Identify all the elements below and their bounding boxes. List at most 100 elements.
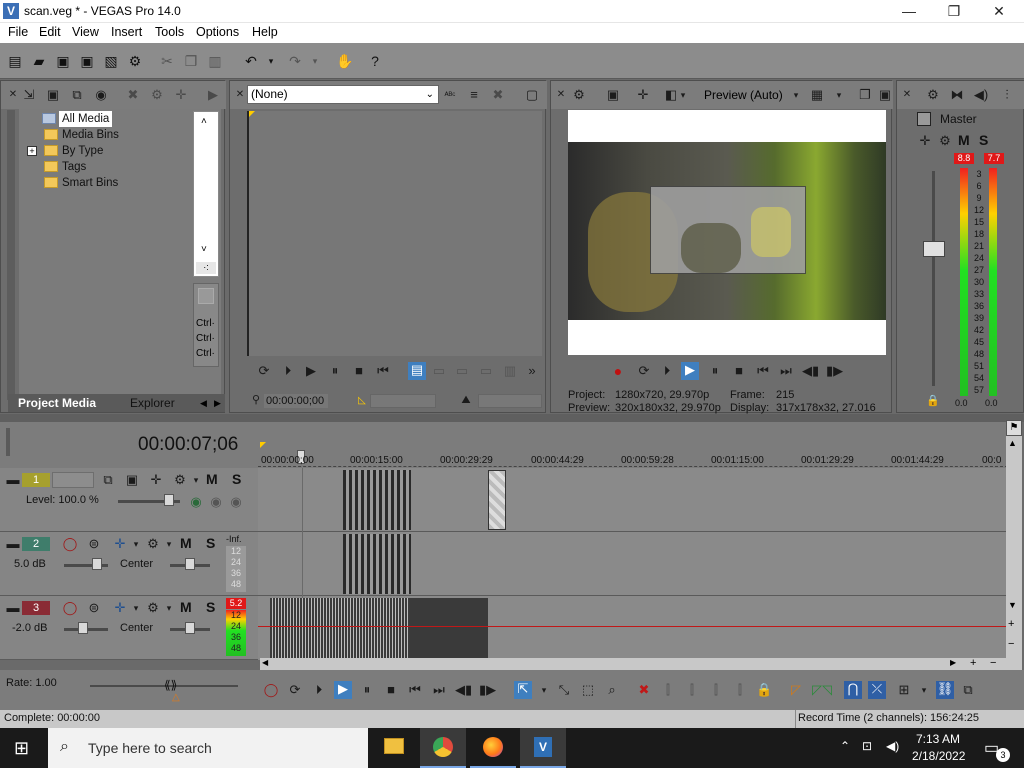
- add-after-icon[interactable]: ▭: [478, 363, 494, 379]
- child-icon[interactable]: ◉: [228, 494, 244, 510]
- tab-scroll-right-icon[interactable]: ▶: [206, 394, 229, 412]
- play-from-start-icon[interactable]: ⏵: [659, 363, 675, 379]
- scroll-up-icon[interactable]: ˄: [201, 116, 207, 127]
- chevron-down-icon[interactable]: ▾: [128, 536, 144, 552]
- trimmer-view-icon[interactable]: ▤: [408, 362, 426, 380]
- text-tool-icon[interactable]: ≡: [466, 87, 482, 103]
- tab-project-media[interactable]: Project Media: [10, 394, 104, 412]
- chevron-down-icon[interactable]: ▾: [188, 472, 204, 488]
- track-number[interactable]: 3: [22, 601, 50, 615]
- auto-crossfade-icon[interactable]: ⤫: [868, 681, 886, 699]
- stop-icon[interactable]: ■: [351, 363, 367, 379]
- go-to-start-icon[interactable]: ⏮: [375, 363, 391, 379]
- play-icon[interactable]: ▶: [334, 681, 352, 699]
- next-frame-icon[interactable]: ▮▶: [479, 682, 496, 698]
- undo-dropdown-icon[interactable]: ▾: [262, 52, 280, 70]
- marker-icon[interactable]: ◺: [354, 393, 370, 409]
- envelope-tool-icon[interactable]: ⤡: [556, 682, 572, 698]
- timeline-grip[interactable]: [6, 428, 10, 456]
- zoom-in-time-icon[interactable]: +: [970, 657, 976, 669]
- zoom-out-icon[interactable]: −: [1008, 638, 1014, 650]
- taskbar-chrome[interactable]: [420, 728, 466, 768]
- dock-splitter[interactable]: [0, 414, 1024, 422]
- marker-flag-icon[interactable]: ⚑: [1006, 420, 1022, 436]
- panel-close-icon[interactable]: ✕: [553, 87, 569, 103]
- scroll-right-icon[interactable]: ▶: [950, 658, 956, 667]
- delete-icon[interactable]: ✖: [636, 682, 652, 698]
- copy-snapshot-icon[interactable]: ❐: [857, 87, 873, 103]
- volume-slider-thumb[interactable]: [78, 622, 88, 634]
- fit-icon[interactable]: ▥: [502, 363, 518, 379]
- tree-item-tags[interactable]: Tags: [44, 159, 86, 175]
- play-from-start-icon[interactable]: ⏵: [311, 682, 327, 698]
- track-fx-icon[interactable]: ▣: [124, 472, 140, 488]
- timeline-vertical-scrollbar[interactable]: ▲ ▼ + −: [1006, 436, 1022, 670]
- chevron-down-icon[interactable]: ▾: [675, 87, 691, 103]
- previous-frame-icon[interactable]: ◀▮: [455, 682, 472, 698]
- view-mode-icon[interactable]: [198, 288, 214, 304]
- previous-frame-icon[interactable]: ◀▮: [802, 363, 819, 379]
- track-settings-gear-icon[interactable]: ⚙: [172, 472, 188, 488]
- preview-quality[interactable]: Preview (Auto): [704, 88, 783, 102]
- clock-date[interactable]: 2/18/2022: [912, 749, 965, 763]
- add-before-icon[interactable]: ▭: [454, 363, 470, 379]
- pause-icon[interactable]: ⏸: [327, 363, 343, 379]
- stop-icon[interactable]: ■: [731, 363, 747, 379]
- zoom-icon[interactable]: ⛰: [458, 392, 474, 408]
- taskbar-firefox[interactable]: [470, 728, 516, 768]
- trimmer-timecode[interactable]: 00:00:00;00: [264, 394, 328, 408]
- arm-record-icon[interactable]: ◯: [62, 536, 78, 552]
- maximize-button[interactable]: ❐: [931, 0, 977, 23]
- pause-icon[interactable]: ⏸: [707, 363, 723, 379]
- master-solo-button[interactable]: S: [979, 132, 988, 148]
- undo-icon[interactable]: ↶: [242, 52, 260, 70]
- chevron-down-icon[interactable]: ▾: [536, 682, 552, 698]
- minimize-button[interactable]: —: [886, 0, 932, 23]
- save-as-icon[interactable]: ▣: [78, 52, 96, 70]
- capture-icon[interactable]: ▣: [45, 87, 61, 103]
- ignore-grouping-icon[interactable]: ⧉: [960, 682, 976, 698]
- taskbar-file-explorer[interactable]: [372, 728, 416, 768]
- parent-icon[interactable]: ◉: [208, 494, 224, 510]
- import-media-icon[interactable]: ⇲: [21, 87, 37, 103]
- track-lanes[interactable]: [258, 468, 1008, 660]
- volume-slider-thumb[interactable]: [92, 558, 102, 570]
- split-screen-icon[interactable]: ✛: [635, 87, 651, 103]
- rate-slider-thumb-icon[interactable]: ⟪⟫: [164, 678, 177, 692]
- chevron-down-icon[interactable]: ▾: [831, 87, 847, 103]
- normal-edit-tool-icon[interactable]: ⇱: [514, 681, 532, 699]
- tree-item-all-media[interactable]: All Media: [42, 111, 113, 127]
- go-to-end-icon[interactable]: ⏭: [778, 363, 794, 379]
- scroll-up-icon[interactable]: ▲: [1008, 438, 1017, 448]
- get-media-icon[interactable]: ⧉: [69, 87, 85, 103]
- go-to-start-icon[interactable]: ⏮: [755, 363, 771, 379]
- spellcheck-icon[interactable]: ᴬᴮᶜ: [442, 87, 458, 103]
- track-fx-gear-icon[interactable]: ⚙: [145, 536, 161, 552]
- close-button[interactable]: ✕: [976, 0, 1022, 23]
- panel-close-icon[interactable]: ✕: [5, 87, 21, 103]
- automation-icon[interactable]: ✛: [112, 600, 128, 616]
- mute-button[interactable]: M: [180, 535, 192, 551]
- downmix-icon[interactable]: ⧓: [949, 87, 965, 103]
- panel-grip[interactable]: [7, 110, 15, 400]
- properties-gear-icon[interactable]: ⚙: [126, 52, 144, 70]
- chevron-down-icon[interactable]: ▾: [916, 682, 932, 698]
- overlays-grid-icon[interactable]: ▦: [809, 87, 825, 103]
- mute-button[interactable]: M: [206, 471, 218, 487]
- redo-icon[interactable]: ↷: [286, 52, 304, 70]
- tree-item-smart-bins[interactable]: Smart Bins: [44, 175, 118, 191]
- master-insert-icon[interactable]: ✛: [917, 133, 933, 149]
- render-icon[interactable]: ▧: [102, 52, 120, 70]
- menu-insert[interactable]: Insert: [111, 25, 142, 39]
- clear-icon[interactable]: ✖: [490, 87, 506, 103]
- remove-media-icon[interactable]: ✖: [125, 87, 141, 103]
- tree-item-media-bins[interactable]: Media Bins: [44, 127, 119, 143]
- scroll-down-icon[interactable]: ˅: [201, 244, 207, 255]
- master-mute-button[interactable]: M: [958, 132, 970, 148]
- help-cursor-icon[interactable]: ?: [366, 52, 384, 70]
- record-icon[interactable]: ◯: [263, 682, 279, 698]
- play-icon[interactable]: ▶: [681, 362, 699, 380]
- new-file-icon[interactable]: ▤: [6, 52, 24, 70]
- taskbar-vegas[interactable]: V: [520, 728, 566, 768]
- tree-item-by-type[interactable]: By Type: [44, 143, 103, 159]
